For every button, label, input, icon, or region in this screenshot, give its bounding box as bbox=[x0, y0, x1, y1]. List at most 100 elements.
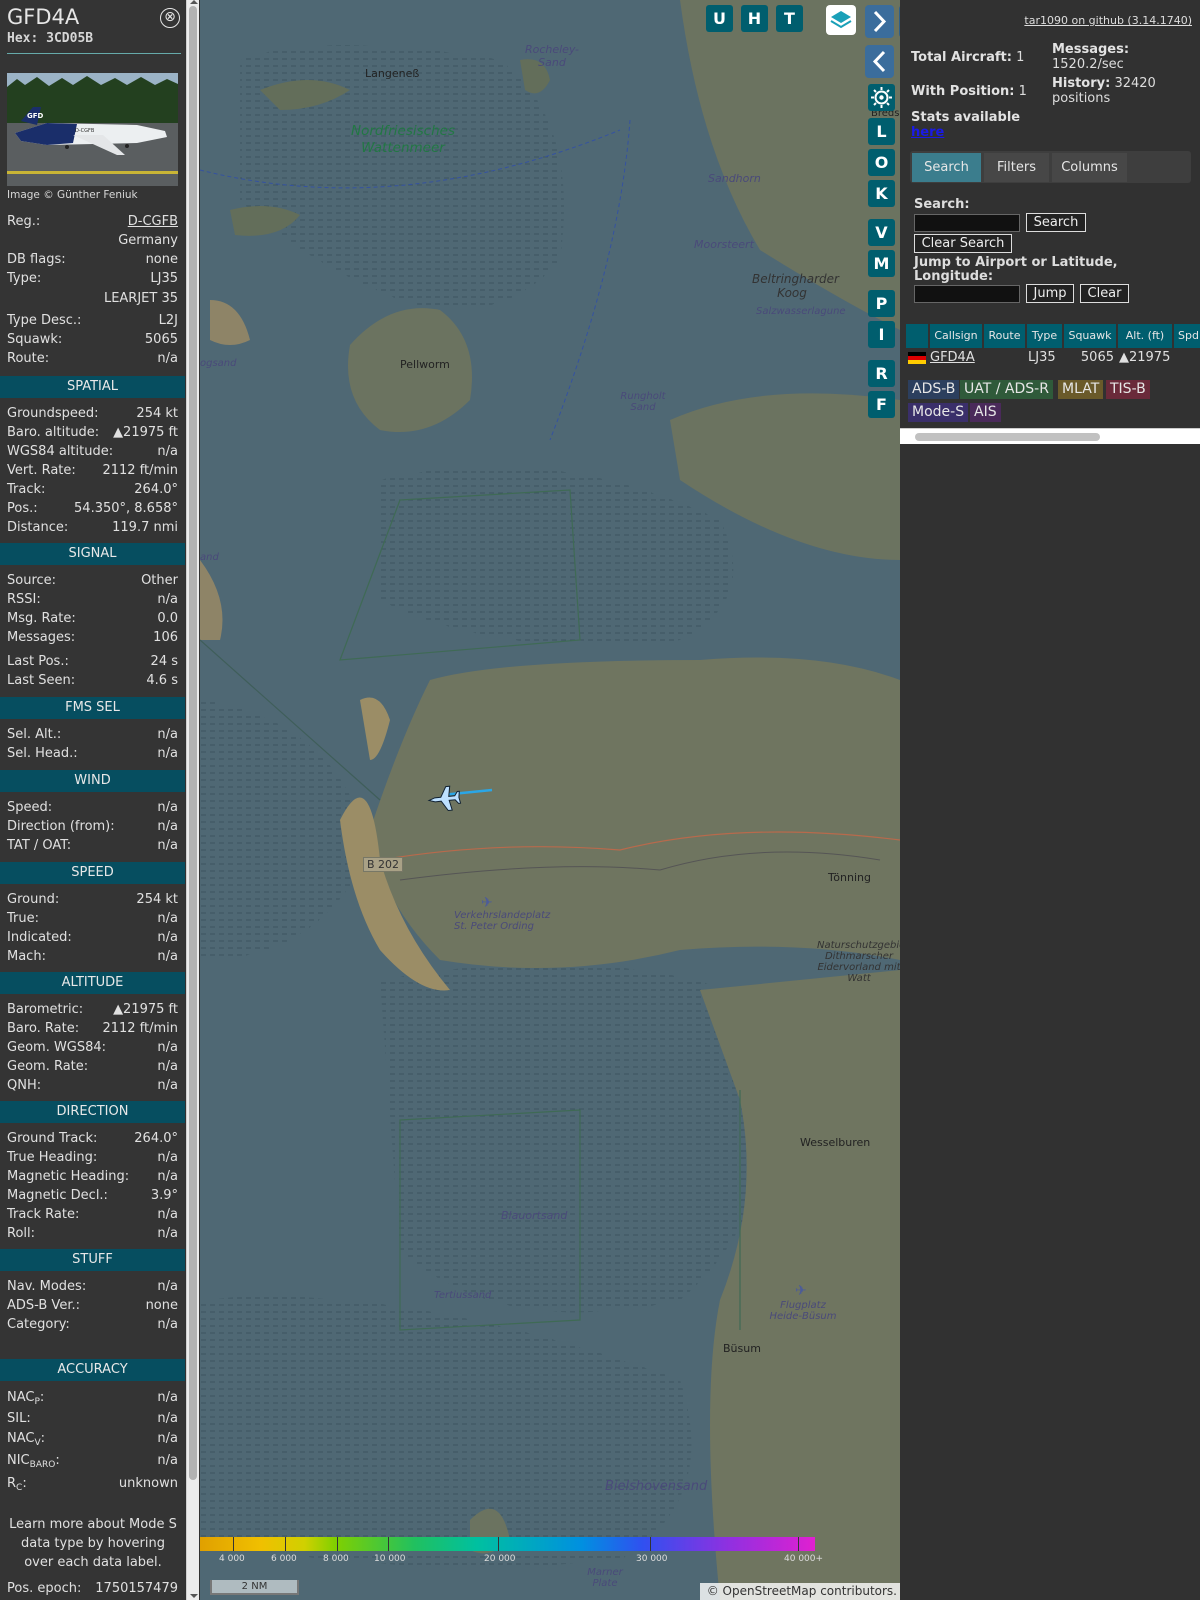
info-row-altitude-2: Geom. WGS84: n/a bbox=[7, 1040, 178, 1055]
photo-logo: GFD bbox=[27, 112, 44, 120]
column-header-route[interactable]: Route bbox=[984, 324, 1025, 348]
button-l[interactable]: L bbox=[868, 118, 895, 145]
clear-search-button[interactable]: Clear Search bbox=[914, 234, 1012, 253]
info-note: Learn more about Mode S data type by hov… bbox=[9, 1517, 177, 1570]
table-horizontal-scrollbar[interactable] bbox=[900, 428, 1200, 444]
gear-icon bbox=[871, 87, 892, 108]
github-link[interactable]: tar1090 on github (3.14.1740) bbox=[1024, 14, 1192, 27]
close-icon[interactable]: ⊗ bbox=[160, 8, 180, 28]
selected-panel-scrollbar[interactable] bbox=[186, 0, 199, 1600]
button-i[interactable]: I bbox=[868, 321, 895, 348]
map-label-langeness: Langeneß bbox=[365, 67, 420, 80]
info-row-nacp: NACP: n/a bbox=[7, 1390, 178, 1407]
source-mlat-badge[interactable]: MLAT bbox=[1058, 380, 1104, 399]
info-row-typedesc: Type Desc.: L2J bbox=[7, 313, 178, 328]
search-button[interactable]: Search bbox=[1026, 213, 1086, 232]
button-h[interactable]: H bbox=[741, 5, 768, 32]
map-view[interactable]: ✈ ✈ Langeneß Rocheley-Sand Nordfriesisch… bbox=[200, 0, 900, 1600]
button-p[interactable]: P bbox=[868, 290, 895, 317]
map-scale-bar: 2 NM bbox=[210, 1580, 299, 1595]
chevron-left-icon bbox=[872, 50, 886, 73]
button-k[interactable]: K bbox=[868, 180, 895, 207]
tab-search[interactable]: Search bbox=[912, 153, 981, 182]
collapse-left-button[interactable] bbox=[865, 45, 894, 78]
image-credit: Image © Günther Feniuk bbox=[7, 189, 138, 201]
source-ais-badge[interactable]: AIS bbox=[970, 403, 1001, 422]
search-input[interactable] bbox=[914, 214, 1020, 232]
button-m[interactable]: M bbox=[868, 250, 895, 277]
info-row-stuff-0: Nav. Modes: n/a bbox=[7, 1279, 178, 1294]
altitude-tick-label-2: 8 000 bbox=[323, 1554, 349, 1564]
column-header-callsign[interactable]: Callsign bbox=[930, 324, 982, 348]
selected-callsign: GFD4A bbox=[7, 5, 80, 29]
section-header-stuff: STUFF bbox=[0, 1249, 185, 1271]
map-label-blauortsand: Blauortsand bbox=[501, 1209, 568, 1222]
expand-right-button[interactable] bbox=[865, 5, 894, 38]
layers-icon bbox=[830, 11, 852, 29]
altitude-tick-1 bbox=[285, 1537, 286, 1551]
info-row-altitude-3: Geom. Rate: n/a bbox=[7, 1059, 178, 1074]
map-label-bielshovensand: Bielshovensand bbox=[605, 1479, 708, 1494]
section-header-fms: FMS SEL bbox=[0, 697, 185, 719]
aircraft-photo[interactable]: GFD D-CGFB bbox=[7, 73, 178, 186]
altitude-color-legend bbox=[200, 1537, 815, 1551]
info-row-direction-1: True Heading: n/a bbox=[7, 1150, 178, 1165]
jump-button[interactable]: Jump bbox=[1026, 284, 1074, 303]
section-header-signal: SIGNAL bbox=[0, 543, 185, 565]
altitude-tick-6 bbox=[798, 1537, 799, 1551]
info-row-nicbaro: NICBARO: n/a bbox=[7, 1453, 178, 1470]
map-label-heide-airport: Flugplatz Heide-Büsum bbox=[769, 1300, 837, 1322]
button-u[interactable]: U bbox=[706, 5, 733, 32]
column-header-flag[interactable] bbox=[906, 324, 928, 348]
map-label-wattenmeer: Nordfriesisches Wattenmeer bbox=[351, 123, 455, 156]
button-v[interactable]: V bbox=[868, 219, 895, 246]
registration-link[interactable]: D-CGFB bbox=[128, 213, 178, 231]
map-label-rungholt: Rungholt Sand bbox=[620, 391, 666, 413]
stats-link[interactable]: here bbox=[911, 125, 944, 140]
column-header-altitude[interactable]: Alt. (ft) bbox=[1118, 324, 1172, 348]
section-header-spatial: SPATIAL bbox=[0, 376, 185, 398]
column-header-squawk[interactable]: Squawk bbox=[1064, 324, 1116, 348]
country-value: Germany bbox=[118, 233, 178, 248]
chevron-right-icon bbox=[873, 10, 887, 33]
layers-button[interactable] bbox=[826, 5, 856, 35]
altitude-tick-label-3: 10 000 bbox=[374, 1554, 406, 1564]
button-t[interactable]: T bbox=[776, 5, 803, 32]
altitude-tick-3 bbox=[388, 1537, 389, 1551]
altitude-tick-label-5: 30 000 bbox=[636, 1554, 668, 1564]
button-r[interactable]: R bbox=[868, 360, 895, 387]
altitude-tick-4 bbox=[498, 1537, 499, 1551]
selected-aircraft-panel: GFD4A Hex: 3CD05B ⊗ GFD D-CGFB Image © G… bbox=[0, 0, 185, 1600]
tab-filters[interactable]: Filters bbox=[984, 153, 1049, 182]
button-o[interactable]: O bbox=[868, 149, 895, 176]
info-row-signal-2: Msg. Rate: 0.0 bbox=[7, 611, 178, 626]
info-row-type: Type: LJ35 bbox=[7, 271, 178, 286]
row-callsign[interactable]: GFD4A bbox=[930, 349, 975, 367]
source-modes-badge[interactable]: Mode-S bbox=[908, 403, 969, 422]
source-uat-badge[interactable]: UAT / ADS-R bbox=[960, 380, 1053, 399]
source-tisb-badge[interactable]: TIS-B bbox=[1106, 380, 1150, 399]
jump-input[interactable] bbox=[914, 285, 1020, 303]
column-header-type[interactable]: Type bbox=[1027, 324, 1062, 348]
altitude-tick-0 bbox=[233, 1537, 234, 1551]
map-label-tertiussand: Tertiussand bbox=[434, 1290, 492, 1301]
map-label-busum: Büsum bbox=[723, 1342, 761, 1355]
button-f[interactable]: F bbox=[868, 391, 895, 418]
tab-columns[interactable]: Columns bbox=[1052, 153, 1127, 182]
section-header-wind: WIND bbox=[0, 770, 185, 792]
info-row-direction-5: Roll: n/a bbox=[7, 1226, 178, 1241]
aircraft-list-panel: tar1090 on github (3.14.1740) Total Airc… bbox=[900, 0, 1200, 1600]
section-header-altitude: ALTITUDE bbox=[0, 972, 185, 994]
clear-jump-button[interactable]: Clear bbox=[1080, 284, 1129, 303]
info-row-spatial-4: Track: 264.0° bbox=[7, 482, 178, 497]
osm-link[interactable]: OpenStreetMap bbox=[723, 1584, 817, 1598]
info-row-direction-3: Magnetic Decl.: 3.9° bbox=[7, 1188, 178, 1203]
settings-button[interactable] bbox=[868, 84, 895, 111]
altitude-tick-label-6: 40 000+ bbox=[784, 1554, 824, 1564]
info-row-signal-1: RSSI: n/a bbox=[7, 592, 178, 607]
column-header-speed[interactable]: Spd bbox=[1174, 324, 1200, 348]
source-adsb-badge[interactable]: ADS-B bbox=[908, 380, 960, 399]
info-row-stuff-1: ADS-B Ver.: none bbox=[7, 1298, 178, 1313]
info-row-rc: RC: unknown bbox=[7, 1476, 178, 1493]
info-row-dbflags: DB flags: none bbox=[7, 252, 178, 267]
